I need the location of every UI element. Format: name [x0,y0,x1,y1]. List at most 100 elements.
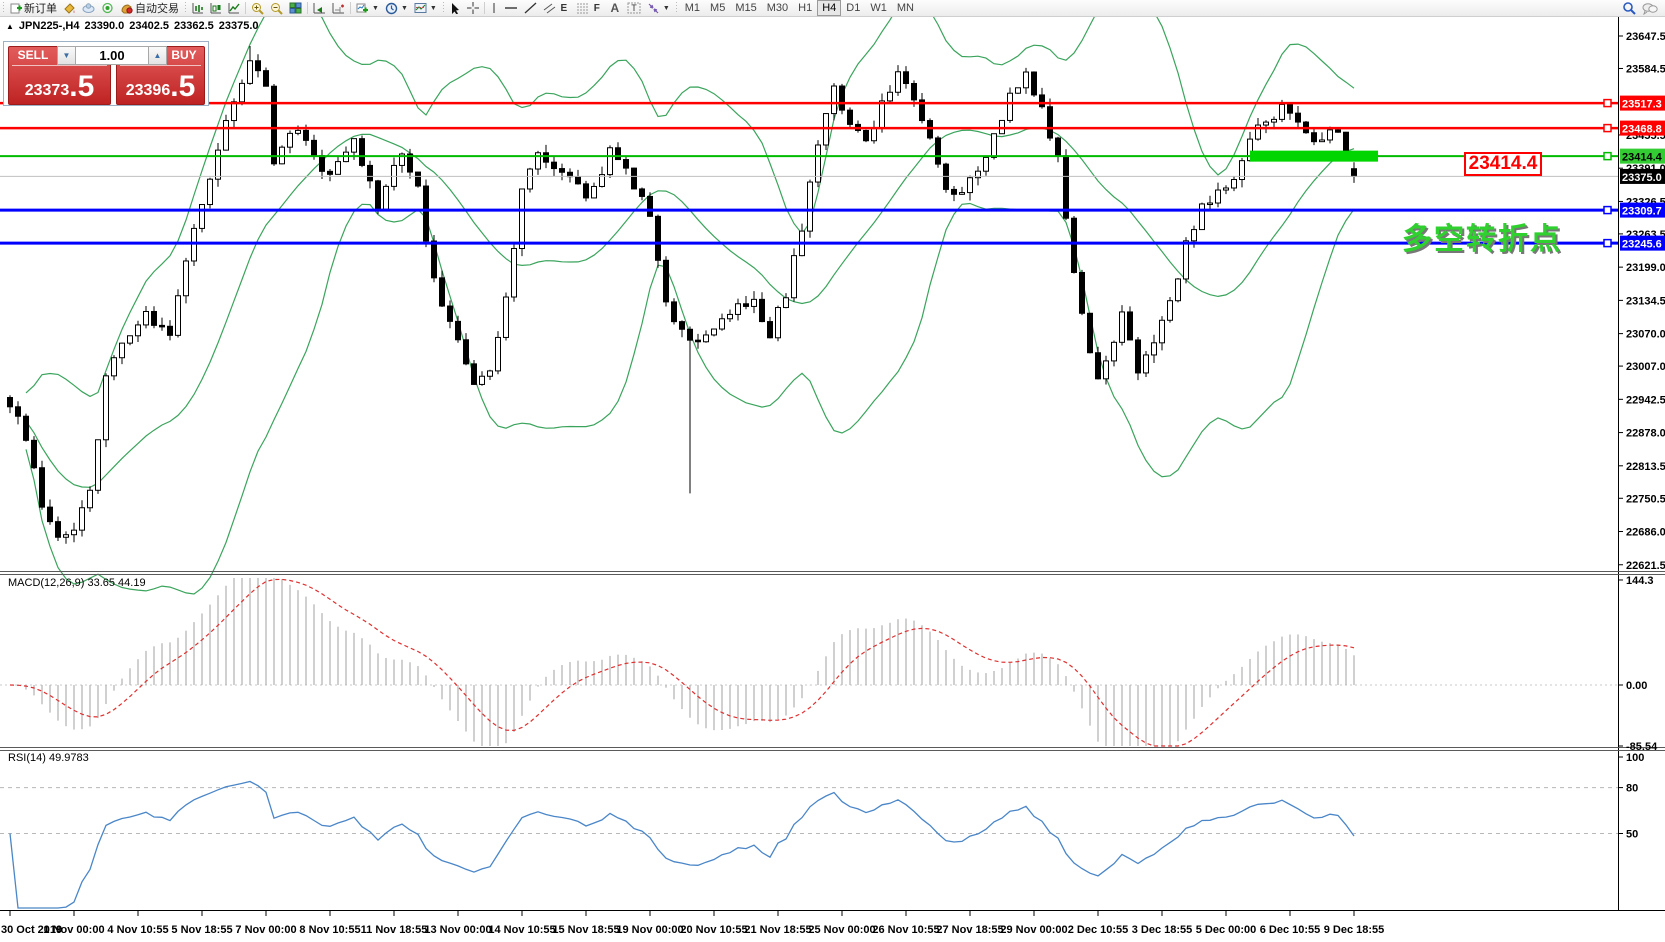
bull-candle [216,150,221,179]
time-tick-label: 5 Nov 18:55 [171,924,232,936]
horizontal-line-tool-button[interactable] [501,0,521,16]
time-tick-label: 7 Nov 00:00 [235,924,296,936]
bear-candle [272,86,277,164]
search-button[interactable] [1619,0,1639,16]
candlestick-chart-icon [210,2,222,14]
timeframe-button-m1[interactable]: M1 [680,0,705,16]
bull-candle [880,101,885,128]
chat-bubbles-icon [1642,2,1658,15]
time-tick-label: 20 Nov 10:55 [680,924,747,936]
arrows-tool-button[interactable]: ▼ [644,0,673,16]
bear-candle [376,181,381,209]
paint-bucket-icon [63,2,76,14]
timeframe-button-m15[interactable]: M15 [730,0,761,16]
bull-candle [1216,190,1221,203]
bar-chart-mode-button[interactable] [189,0,207,16]
bull-candle [1024,72,1029,88]
chart-canvas[interactable]: 23647.523584.523455.523391.023326.523263… [0,0,1665,942]
volume-decrease-button[interactable]: ▼ [57,46,76,65]
bear-candle [640,189,645,197]
bollinger-bands-layer [26,0,1354,594]
bull-candle [104,376,109,440]
bear-candle [24,416,29,440]
bull-candle [192,228,197,261]
line-chart-icon [228,2,240,14]
timeframe-button-h4[interactable]: H4 [817,0,841,16]
timeframe-button-h1[interactable]: H1 [793,0,817,16]
vertical-line-tool-button[interactable] [487,0,501,16]
chart-shift-button[interactable] [329,0,348,16]
bear-candle [328,171,333,174]
bear-candle [1056,138,1061,156]
trendline-tool-button[interactable] [521,0,540,16]
bull-candle [200,205,205,229]
timeframe-button-w1[interactable]: W1 [865,0,892,16]
timeframe-button-mn[interactable]: MN [892,0,919,16]
label-tool-button[interactable]: T [624,0,644,16]
chart-low: 23362.5 [174,20,214,32]
zoom-out-button[interactable] [267,0,286,16]
bear-candle [32,440,37,467]
svg-text:T: T [631,3,637,13]
price-callout-box[interactable]: 23414.4 [1464,152,1542,176]
line-handle[interactable] [1604,100,1611,107]
bull-candle [384,186,389,209]
bull-candle [1264,122,1269,125]
mt4-window: { "toolbar": { "new_order_label": "新订单",… [0,0,1665,942]
bear-candle [648,196,653,216]
autotrading-button[interactable]: 自动交易 [117,0,182,16]
bull-candle [1144,355,1149,373]
publisher-button[interactable] [79,0,98,16]
crosshair-tool-button[interactable] [464,0,482,16]
periods-button[interactable]: ▼ [382,0,411,16]
line-chart-mode-button[interactable] [225,0,243,16]
bull-candle [712,329,717,335]
text-tool-button[interactable]: A [606,0,624,16]
indicators-button[interactable]: ▼ [353,0,382,16]
styler-button[interactable] [60,0,79,16]
volume-input[interactable]: 1.00 [76,46,148,65]
fibonacci-tool-button[interactable]: F [573,0,606,16]
signal-button[interactable] [98,0,117,16]
timeframe-button-d1[interactable]: D1 [841,0,865,16]
green-zone-rectangle[interactable] [1250,151,1378,162]
bull-candle [136,325,141,336]
line-handle[interactable] [1604,125,1611,132]
timeframe-button-m5[interactable]: M5 [705,0,730,16]
templates-button[interactable]: ▼ [411,0,440,16]
chat-button[interactable] [1639,0,1661,16]
auto-scroll-button[interactable] [310,0,329,16]
bull-candle [960,193,965,195]
bull-candle [1168,301,1173,321]
candle-chart-mode-button[interactable] [207,0,225,16]
add-indicator-icon [356,2,369,14]
bull-candle [72,530,77,535]
bull-candle [184,261,189,296]
bear-candle [8,398,13,407]
bear-candle [1040,95,1045,107]
volume-increase-button[interactable]: ▲ [148,46,167,65]
tile-windows-button[interactable] [286,0,305,16]
buy-label: BUY [164,47,204,64]
bull-candle [224,121,229,151]
zoom-in-button[interactable] [248,0,267,16]
bear-candle [768,322,773,338]
line-handle[interactable] [1604,240,1611,247]
time-tick-label: 15 Nov 18:55 [552,924,619,936]
bull-candle [1200,204,1205,230]
cursor-icon [450,2,461,14]
bear-candle [680,322,685,330]
channel-tool-button[interactable]: E [540,0,573,16]
bull-candle [88,490,93,507]
bear-candle [1128,312,1133,340]
bull-candle [112,358,117,376]
cursor-tool-button[interactable] [447,0,464,16]
line-handle[interactable] [1604,207,1611,214]
collapse-arrow-icon[interactable]: ▲ [6,22,14,31]
time-tick-label: 2 Dec 10:55 [1068,924,1129,936]
timeframe-button-m30[interactable]: M30 [762,0,793,16]
line-handle[interactable] [1604,153,1611,160]
bull-candle [592,186,597,197]
bull-candle [120,343,125,358]
new-order-button[interactable]: 新订单 [7,0,60,16]
